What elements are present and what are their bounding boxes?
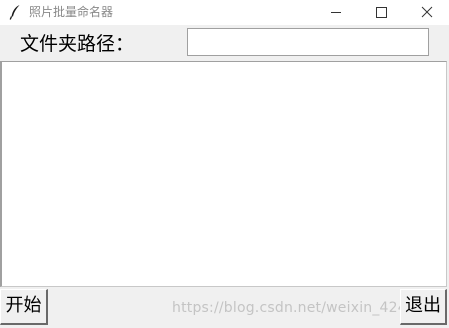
folder-path-label: 文件夹路径： [20, 33, 135, 55]
title-bar[interactable]: 照片批量命名器 [0, 0, 449, 25]
path-row: 文件夹路径： [0, 25, 449, 61]
folder-path-input[interactable] [187, 28, 429, 56]
exit-button[interactable]: 退出 [400, 289, 447, 325]
watermark-text: https://blog.csdn.net/weixin_4241 [172, 300, 416, 316]
app-window: 照片批量命名器 文件夹路径： 开始 https://blog.csdn.net/… [0, 0, 449, 328]
start-button[interactable]: 开始 [0, 289, 48, 325]
maximize-button[interactable] [359, 0, 405, 25]
close-button[interactable] [404, 0, 449, 25]
bottom-bar: 开始 https://blog.csdn.net/weixin_4241 退出 [0, 287, 449, 328]
window-title: 照片批量命名器 [29, 5, 114, 19]
output-text-area[interactable] [0, 61, 447, 287]
feather-icon [8, 4, 22, 20]
minimize-button[interactable] [313, 0, 359, 25]
